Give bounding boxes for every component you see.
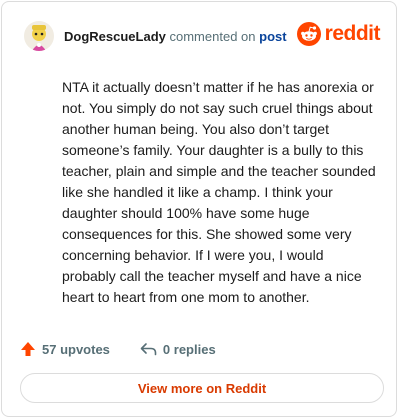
comment-body: NTA it actually doesn’t matter if he has… bbox=[62, 79, 376, 305]
view-more-on-reddit-button[interactable]: View more on Reddit bbox=[20, 373, 384, 403]
upvote-arrow-icon bbox=[21, 342, 35, 356]
comment-actions: 57 upvotes 0 replies bbox=[20, 338, 216, 360]
reddit-logo[interactable]: reddit bbox=[296, 22, 381, 46]
reddit-snoo-icon bbox=[296, 22, 321, 46]
upvote-button[interactable]: 57 upvotes bbox=[20, 341, 110, 357]
reddit-wordmark: reddit bbox=[324, 22, 381, 45]
post-link[interactable]: post bbox=[259, 29, 286, 44]
replies-button[interactable]: 0 replies bbox=[140, 341, 216, 357]
avatar-icon bbox=[24, 21, 54, 51]
byline-verb: commented on bbox=[169, 28, 256, 44]
reply-count: 0 replies bbox=[162, 341, 216, 357]
username-link[interactable]: DogRescueLady bbox=[64, 29, 166, 44]
comment-embed-card: DogRescueLady commented on post reddit N… bbox=[1, 1, 397, 417]
user-avatar[interactable] bbox=[24, 21, 54, 51]
upvote-count: 57 upvotes bbox=[42, 341, 110, 357]
comment-header: DogRescueLady commented on post reddit bbox=[24, 16, 381, 56]
reply-arrow-icon bbox=[140, 343, 157, 356]
byline: DogRescueLady commented on post bbox=[64, 29, 287, 44]
